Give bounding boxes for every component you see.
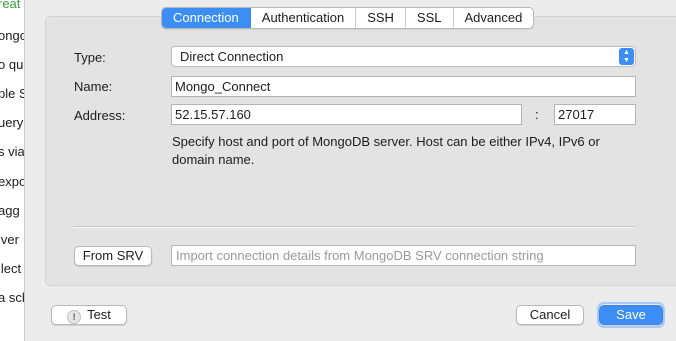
name-field[interactable]: Mongo_Connect bbox=[171, 76, 636, 97]
background-text: expo bbox=[0, 174, 25, 189]
background-text: reat bbox=[0, 0, 21, 11]
background-text: uery bbox=[0, 115, 24, 130]
srv-connection-string-input[interactable]: Import connection details from MongoDB S… bbox=[171, 245, 636, 266]
tab-ssl[interactable]: SSL bbox=[406, 8, 454, 28]
background-text: s via bbox=[0, 144, 25, 159]
from-srv-button[interactable]: From SRV bbox=[74, 246, 152, 266]
connection-dialog: Connection Authentication SSH SSL Advanc… bbox=[25, 0, 676, 341]
tab-advanced[interactable]: Advanced bbox=[454, 8, 534, 28]
tab-authentication[interactable]: Authentication bbox=[251, 8, 357, 28]
address-label: Address: bbox=[74, 108, 126, 123]
warning-icon: ! bbox=[67, 310, 82, 324]
background-text: ple S bbox=[0, 86, 24, 101]
background-text: a sch bbox=[0, 290, 24, 305]
background-text: ongo bbox=[0, 28, 24, 43]
cancel-button[interactable]: Cancel bbox=[516, 305, 584, 325]
test-button-label: Test bbox=[87, 307, 111, 322]
connection-type-select[interactable]: Direct Connection ▲ ▼ bbox=[171, 46, 636, 67]
tab-ssh[interactable]: SSH bbox=[356, 8, 406, 28]
name-label: Name: bbox=[74, 79, 113, 94]
address-hint-text: Specify host and port of MongoDB server.… bbox=[172, 134, 600, 167]
tab-bar: Connection Authentication SSH SSL Advanc… bbox=[161, 7, 535, 29]
background-window-list: reat ongo o qu ple S uery s via expo agg… bbox=[0, 0, 25, 341]
port-field[interactable]: 27017 bbox=[554, 104, 636, 125]
background-text: o qu bbox=[0, 57, 24, 72]
type-label: Type: bbox=[74, 50, 106, 65]
test-button[interactable]: ! Test bbox=[51, 305, 127, 325]
background-text: iver bbox=[0, 232, 19, 247]
host-port-separator: : bbox=[535, 107, 539, 122]
save-button[interactable]: Save bbox=[599, 305, 663, 325]
host-field[interactable]: 52.15.57.160 bbox=[171, 104, 522, 125]
chevron-updown-icon: ▲ ▼ bbox=[619, 48, 634, 65]
background-text: agg bbox=[0, 203, 20, 218]
tab-connection[interactable]: Connection bbox=[162, 8, 251, 28]
connection-type-value: Direct Connection bbox=[180, 49, 284, 64]
background-text: llect bbox=[0, 261, 22, 276]
divider bbox=[73, 226, 636, 228]
